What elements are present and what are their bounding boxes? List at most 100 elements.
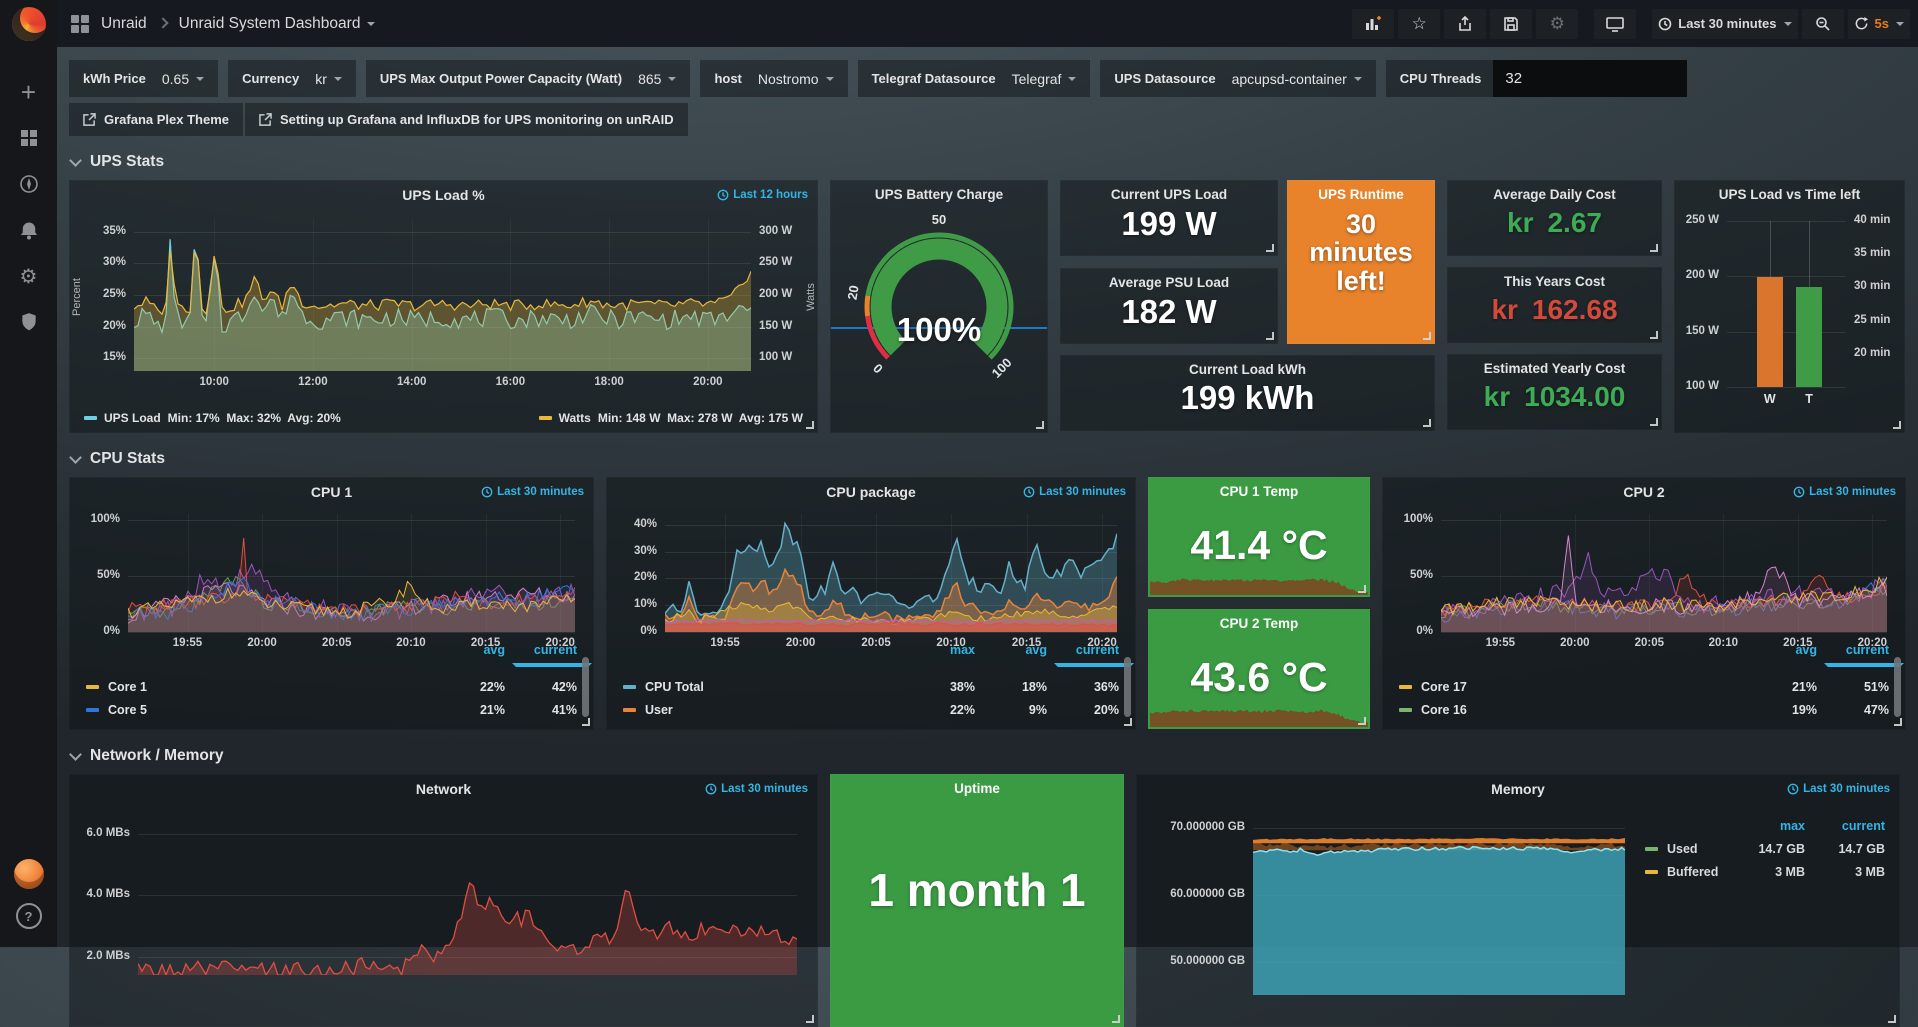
panel-memory: Memory Last 30 minutes 70.000000 GB60.00… (1136, 774, 1900, 1027)
admin-shield-icon[interactable] (0, 299, 57, 345)
panel-network: Network Last 30 minutes 6.0 MBs4.0 MBs2.… (69, 774, 818, 1027)
row-cpu-stats: CPU 1 Last 30 minutes 100%50%0%19:5520:0… (69, 477, 1906, 730)
panel-average-daily-cost: Average Daily Cost kr2.67 (1447, 180, 1662, 256)
breadcrumb-dashboard[interactable]: Unraid System Dashboard (179, 15, 361, 33)
help-icon[interactable]: ? (16, 903, 42, 929)
add-panel-button[interactable] (1352, 9, 1394, 39)
panel-cpu2-temp: CPU 2 Temp 43.6 °C (1148, 609, 1370, 729)
panel-cpu1-temp: CPU 1 Temp 41.4 °C (1148, 477, 1370, 597)
variable-telegraf-datasource[interactable]: Telegraf Datasource Telegraf (858, 60, 1091, 97)
variable-kwh-price[interactable]: kWh Price 0.65 (69, 60, 218, 97)
chevron-down-icon (668, 77, 676, 81)
ups-load-bar-chart[interactable]: 250 W200 W150 W100 W40 min35 min30 min25… (1675, 211, 1904, 411)
dashboards-icon[interactable] (0, 115, 57, 161)
ups-load-chart[interactable]: 35%30%25%20%15%300 W250 W200 W150 W100 W… (82, 205, 809, 397)
panel-time-range[interactable]: Last 30 minutes (705, 783, 808, 795)
panel-time-range[interactable]: Last 30 minutes (1793, 486, 1896, 498)
panel-cpu2: CPU 2 Last 30 minutes 100%50%0%19:5520:0… (1382, 477, 1906, 730)
tv-mode-button[interactable] (1594, 9, 1636, 39)
variable-host[interactable]: host Nostromo (700, 60, 847, 97)
cpu-package-chart[interactable]: 40%30%20%10%0%19:5520:0020:0520:1020:152… (617, 504, 1127, 656)
panel-title[interactable]: UPS Battery Charge (831, 181, 1047, 202)
legend-row: Used 14.7 GB 14.7 GB (1645, 837, 1885, 860)
legend-scrollbar[interactable] (1124, 657, 1131, 717)
panel-average-psu-load: Average PSU Load 182 W (1060, 268, 1278, 344)
series-color-marker (1399, 708, 1412, 712)
legend-row: Core 17 21% 51% (1399, 675, 1889, 698)
panel-this-years-cost: This Years Cost kr162.68 (1447, 267, 1662, 343)
refresh-button[interactable]: 5s (1848, 9, 1910, 39)
network-chart[interactable]: 6.0 MBs4.0 MBs2.0 MBs (80, 801, 809, 1001)
cpu-package-legend: maxavgcurrent CPU Total 38% 18% 36% User… (623, 643, 1119, 721)
series-color-marker (1645, 847, 1658, 851)
legend-item[interactable]: UPS LoadMin: 17% Max: 32% Avg: 20% (84, 411, 341, 425)
stat-value: 199 kWh (1061, 381, 1434, 416)
panel-current-ups-load: Current UPS Load 199 W (1060, 180, 1278, 256)
navbar: Unraid Unraid System Dashboard ☆ ⚙ Last … (57, 0, 1918, 47)
variable-ups-max-output[interactable]: UPS Max Output Power Capacity (Watt) 865 (366, 60, 691, 97)
panel-ups-load-vs-time-left: UPS Load vs Time left 250 W200 W150 W100… (1674, 180, 1905, 433)
panel-ups-runtime: UPS Runtime 30 minutes left! (1287, 180, 1435, 344)
chevron-down-icon (1784, 22, 1792, 26)
stat-value: kr2.67 (1448, 208, 1661, 237)
save-button[interactable] (1490, 9, 1532, 39)
chevron-down-icon (69, 451, 82, 464)
star-button[interactable]: ☆ (1398, 9, 1440, 39)
share-button[interactable] (1444, 9, 1486, 39)
template-variables-row: kWh Price 0.65 Currency kr UPS Max Outpu… (69, 60, 1906, 97)
add-icon[interactable]: + (0, 69, 57, 115)
cpu2-chart[interactable]: 100%50%0%19:5520:0020:0520:1020:1520:20 (1393, 504, 1897, 656)
configuration-gear-icon[interactable]: ⚙ (0, 253, 57, 299)
section-header-network-memory[interactable]: Network / Memory (71, 747, 1906, 765)
memory-chart[interactable]: 70.000000 GB60.000000 GB50.000000 GB (1137, 801, 1635, 1021)
series-color-marker (1399, 685, 1412, 689)
dashboard-grid-icon[interactable] (71, 15, 89, 33)
legend-item[interactable]: WattsMin: 148 W Max: 278 W Avg: 175 W (539, 411, 803, 425)
panel-title[interactable]: UPS Load % (70, 181, 817, 203)
clock-icon (1658, 17, 1672, 31)
chevron-down-icon[interactable] (367, 22, 375, 26)
zoom-out-button[interactable] (1802, 9, 1844, 39)
alerting-bell-icon[interactable] (0, 207, 57, 253)
panel-time-range[interactable]: Last 30 minutes (1787, 783, 1890, 795)
cpu-threads-input[interactable] (1493, 60, 1687, 97)
legend-scrollbar[interactable] (1894, 657, 1901, 717)
section-header-cpu-stats[interactable]: CPU Stats (71, 450, 1906, 468)
external-link-icon (259, 113, 272, 126)
link-ups-monitoring-guide[interactable]: Setting up Grafana and InfluxDB for UPS … (245, 103, 688, 136)
stat-value: 30 minutes left! (1288, 210, 1434, 295)
settings-gear-button[interactable]: ⚙ (1536, 9, 1578, 39)
variable-cpu-threads: CPU Threads (1386, 60, 1688, 97)
legend-scrollbar[interactable] (582, 657, 589, 717)
legend-row: Core 1 22% 42% (86, 675, 577, 698)
grafana-logo[interactable] (12, 7, 46, 41)
legend-row: CPU Total 38% 18% 36% (623, 675, 1119, 698)
variable-currency[interactable]: Currency kr (228, 60, 356, 97)
section-header-ups-stats[interactable]: UPS Stats (71, 153, 1906, 171)
variable-ups-datasource[interactable]: UPS Datasource apcupsd-container (1100, 60, 1375, 97)
explore-compass-icon[interactable] (0, 161, 57, 207)
link-grafana-plex-theme[interactable]: Grafana Plex Theme (69, 103, 243, 136)
breadcrumb-folder[interactable]: Unraid (101, 15, 147, 33)
stat-value: 199 W (1061, 207, 1277, 242)
clock-icon (1793, 486, 1805, 498)
row-ups-stats: UPS Load % Last 12 hours Percent Watts 3… (69, 180, 1906, 433)
time-range-picker[interactable]: Last 30 minutes (1652, 9, 1797, 39)
panel-ups-battery-charge: UPS Battery Charge 02050100100% (830, 180, 1048, 433)
legend-row: Buffered 3 MB 3 MB (1645, 860, 1885, 883)
panel-time-range[interactable]: Last 12 hours (717, 189, 808, 201)
sort-caret-icon (1824, 663, 1904, 667)
legend-row: User 22% 9% 20% (623, 698, 1119, 721)
series-color-marker (623, 685, 636, 689)
legend-row: Core 16 19% 47% (1399, 698, 1889, 721)
panel-time-range[interactable]: Last 30 minutes (1023, 486, 1126, 498)
stat-value: 1 month 1 (831, 863, 1123, 917)
panel-cpu-package: CPU package Last 30 minutes 40%30%20%10%… (606, 477, 1136, 730)
chevron-down-icon (1068, 77, 1076, 81)
panel-time-range[interactable]: Last 30 minutes (481, 486, 584, 498)
battery-gauge[interactable]: 02050100100% (831, 211, 1047, 411)
user-avatar[interactable] (14, 859, 44, 889)
cpu1-chart[interactable]: 100%50%0%19:5520:0020:0520:1020:1520:20 (80, 504, 585, 656)
cpu1-legend: avgcurrent Core 1 22% 42% Core 5 21% 41% (86, 643, 577, 721)
chevron-right-icon (157, 17, 168, 28)
